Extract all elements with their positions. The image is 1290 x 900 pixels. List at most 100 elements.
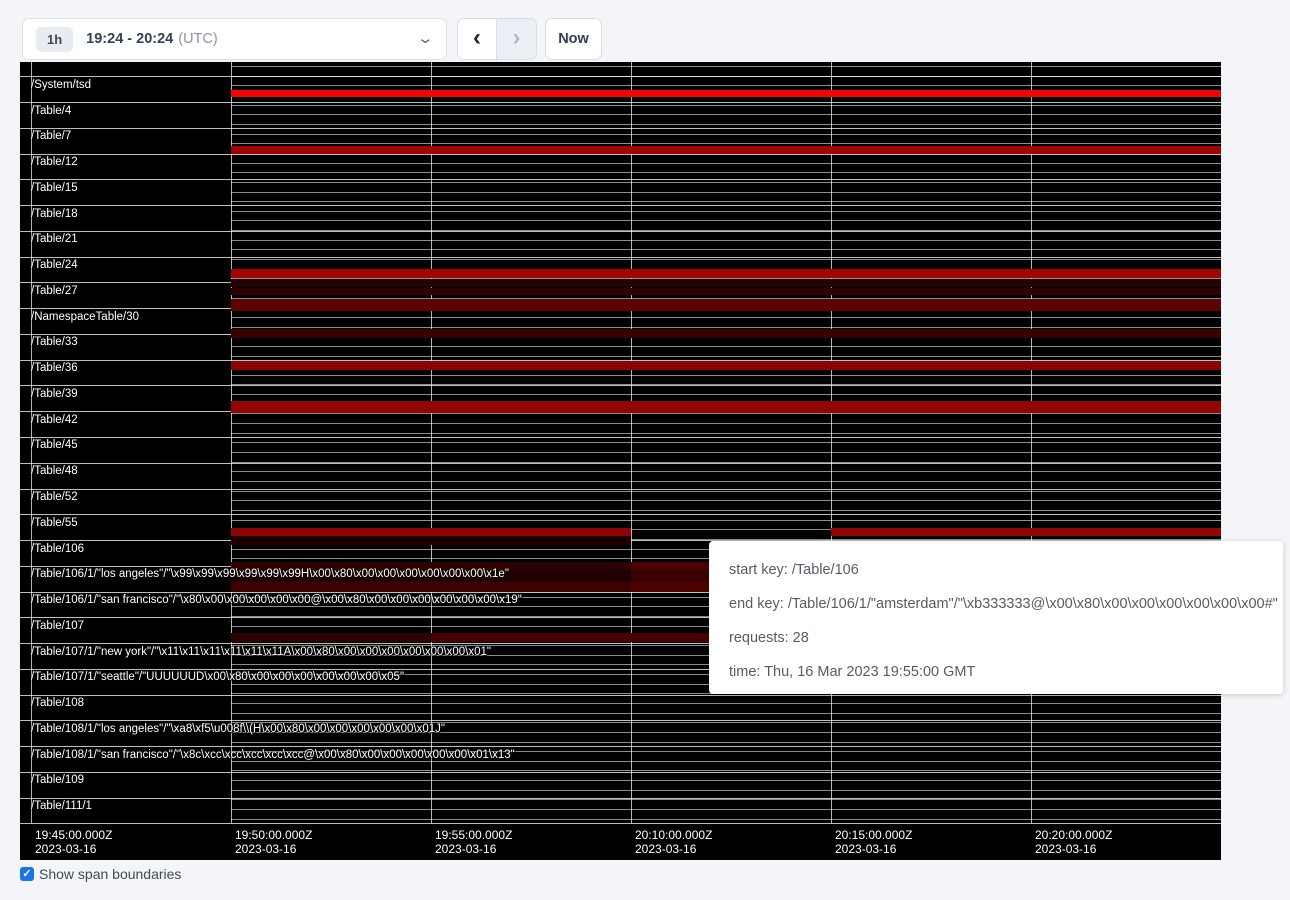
span-boundary-line	[231, 211, 1221, 212]
span-boundary-line	[231, 799, 1221, 800]
span-boundary-line	[20, 257, 1221, 258]
heat-band	[231, 90, 1221, 97]
heat-band	[831, 528, 1221, 536]
now-button-label: Now	[558, 31, 589, 47]
row-label: /Table/36	[31, 362, 78, 374]
tooltip-start-key: start key: /Table/106	[729, 553, 1263, 587]
time-range-preset-badge: 1h	[36, 27, 73, 52]
span-boundary-line	[231, 500, 1221, 501]
span-boundary-line	[20, 102, 1221, 103]
span-boundary-line	[20, 798, 1221, 799]
heat-band	[231, 361, 1221, 370]
span-boundary-line	[231, 249, 1221, 250]
row-label: /System/tsd	[31, 79, 91, 91]
span-boundary-line	[231, 433, 1221, 434]
time-range-text: 19:24 - 20:24	[86, 31, 173, 47]
span-boundary-line	[231, 259, 1221, 260]
span-boundary-line	[231, 471, 1221, 472]
span-boundary-line	[231, 452, 1221, 453]
span-boundary-line	[20, 489, 1221, 490]
span-boundary-line	[231, 423, 1221, 424]
row-label: /Table/24	[31, 259, 78, 271]
row-label: /Table/107	[31, 620, 84, 632]
row-label: /Table/15	[31, 182, 78, 194]
next-time-button[interactable]: ›	[497, 18, 537, 60]
span-boundary-line	[20, 772, 1221, 773]
row-label: /Table/107/1/"seattle"/"UUUUUUD\x00\x80\…	[31, 671, 404, 683]
row-label: /Table/108	[31, 697, 84, 709]
span-boundary-line	[231, 220, 1221, 221]
heat-band	[231, 582, 631, 592]
chevron-down-icon: ⌄	[417, 34, 435, 44]
key-visualizer-page: 1h 19:24 - 20:24 (UTC) ⌄ ‹ › Now /System…	[0, 0, 1290, 900]
chevron-left-icon: ‹	[473, 24, 481, 52]
span-boundary-line	[231, 481, 1221, 482]
row-label: /Table/33	[31, 336, 78, 348]
span-boundary-line	[231, 809, 1221, 810]
now-button[interactable]: Now	[545, 18, 602, 60]
row-label: /Table/106	[31, 543, 84, 555]
row-label: /Table/107/1/"new york"/"\x11\x11\x11\x1…	[31, 646, 491, 658]
heat-band	[231, 288, 1221, 296]
span-boundary-line	[231, 742, 1221, 743]
span-boundary-line	[231, 413, 1221, 414]
span-boundary-line	[231, 356, 1221, 357]
hover-tooltip: start key: /Table/106 end key: /Table/10…	[709, 541, 1283, 694]
row-label: /Table/111/1	[31, 800, 92, 812]
x-axis-label: 19:55:00.000Z2023-03-16	[435, 828, 512, 856]
row-label: /Table/45	[31, 439, 78, 451]
row-label: /NamespaceTable/30	[31, 311, 139, 323]
heat-band	[231, 269, 1221, 278]
row-label: /Table/109	[31, 774, 84, 786]
time-range-timezone: (UTC)	[178, 31, 217, 47]
span-boundary-line	[20, 514, 1221, 515]
span-boundary-line	[20, 128, 1221, 129]
row-label: /Table/39	[31, 388, 78, 400]
span-boundary-line	[20, 463, 1221, 464]
x-axis-label: 19:50:00.000Z2023-03-16	[235, 828, 312, 856]
tooltip-time: time: Thu, 16 Mar 2023 19:55:00 GMT	[729, 655, 1263, 689]
span-boundary-line	[20, 205, 1221, 206]
x-axis-label: 20:10:00.000Z2023-03-16	[635, 828, 712, 856]
row-label: /Table/42	[31, 414, 78, 426]
span-boundary-line	[20, 746, 1221, 747]
row-label: /Table/7	[31, 130, 71, 142]
span-boundary-line	[231, 182, 1221, 183]
heat-band	[231, 279, 1221, 287]
span-boundary-line	[231, 124, 1221, 125]
span-boundary-line	[231, 491, 1221, 492]
row-label: /Table/12	[31, 156, 78, 168]
heat-band	[231, 528, 631, 536]
heat-band	[231, 146, 1221, 154]
span-boundary-line	[231, 520, 1221, 521]
span-boundary-line	[20, 231, 1221, 232]
heat-band	[231, 299, 1221, 311]
span-boundary-line	[20, 76, 1221, 77]
heat-band	[231, 401, 1221, 413]
span-boundary-line	[231, 375, 1221, 376]
key-visualizer-heatmap[interactable]: /System/tsd/Table/4/Table/7/Table/12/Tab…	[20, 62, 1221, 860]
span-boundary-line	[231, 134, 1221, 135]
time-nav-group: ‹ ›	[457, 18, 537, 60]
span-boundary-line	[231, 114, 1221, 115]
heat-band	[231, 633, 431, 642]
span-boundary-line	[231, 317, 1221, 318]
span-boundary-line	[20, 823, 1221, 824]
span-boundary-line	[231, 819, 1221, 820]
x-axis-label: 19:45:00.000Z2023-03-16	[35, 828, 112, 856]
span-boundary-line	[231, 172, 1221, 173]
show-span-boundaries-checkbox[interactable]: ✓	[20, 867, 34, 881]
span-boundary-line	[20, 437, 1221, 438]
span-boundary-line	[20, 720, 1221, 721]
span-boundary-line	[231, 192, 1221, 193]
span-boundary-line	[231, 394, 1221, 395]
span-boundary-line	[231, 240, 1221, 241]
span-boundary-line	[231, 442, 1221, 443]
row-label: /Table/108/1/"san francisco"/"\x8c\xcc\x…	[31, 749, 515, 761]
row-label: /Table/52	[31, 491, 78, 503]
x-axis-label: 20:20:00.000Z2023-03-16	[1035, 828, 1112, 856]
prev-time-button[interactable]: ‹	[457, 18, 497, 60]
span-boundary-line	[231, 510, 1221, 511]
time-range-selector[interactable]: 1h 19:24 - 20:24 (UTC) ⌄	[22, 18, 447, 60]
row-label: /Table/4	[31, 105, 71, 117]
